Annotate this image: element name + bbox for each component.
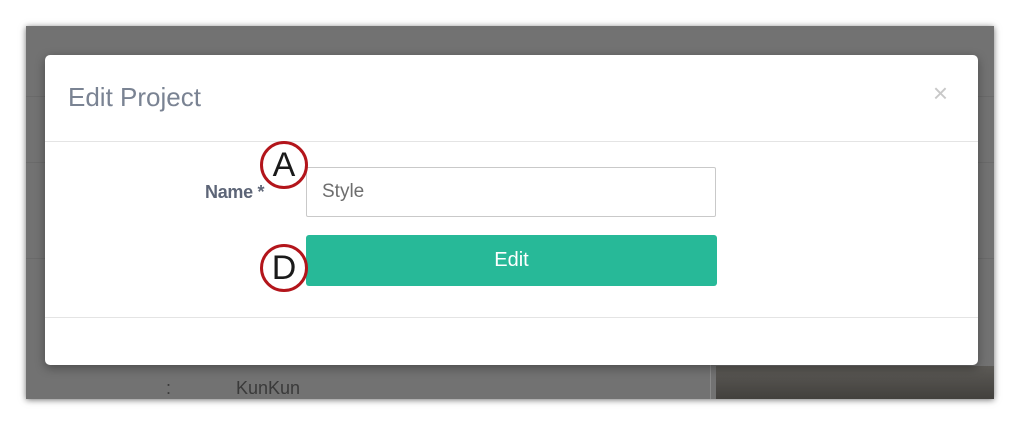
edit-project-modal: Edit Project × Name * Edit A D xyxy=(45,55,978,365)
annotation-marker-a: A xyxy=(260,141,308,189)
app-window: : KunKun Edit Project × Name * Edit A D xyxy=(26,26,994,399)
modal-header: Edit Project × xyxy=(45,55,978,142)
background-separator: : xyxy=(166,378,172,398)
close-icon[interactable]: × xyxy=(933,80,948,106)
name-label: Name * xyxy=(205,182,265,202)
name-input[interactable] xyxy=(306,167,716,217)
edit-button[interactable]: Edit xyxy=(306,235,717,286)
annotation-marker-d: D xyxy=(260,244,308,292)
modal-footer-divider xyxy=(45,317,978,318)
background-image xyxy=(716,366,994,399)
background-user-name: KunKun xyxy=(236,378,301,398)
modal-title: Edit Project xyxy=(68,82,201,112)
